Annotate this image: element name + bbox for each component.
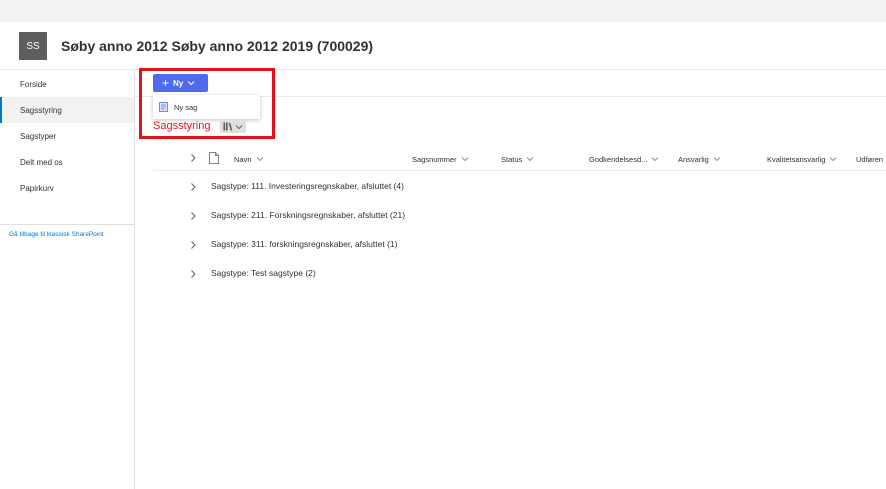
file-type-icon (209, 152, 219, 164)
column-header-label: Kvalitetsansvarlig (767, 154, 826, 164)
chevron-down-icon (830, 157, 837, 162)
site-logo[interactable]: SS (19, 32, 47, 60)
nav-item-sagstyper[interactable]: Sagstyper (0, 123, 134, 149)
chevron-down-icon (652, 157, 659, 162)
left-navigation: Forside Sagsstyring Sagstyper Delt med o… (0, 70, 135, 489)
group-label: Sagstype: Test sagstype (2) (211, 268, 316, 278)
column-header-label: Udføren (856, 154, 884, 164)
nav-item-forside[interactable]: Forside (0, 71, 134, 97)
nav-item-sagsstyring[interactable]: Sagsstyring (0, 97, 134, 123)
column-header-sagsnummer[interactable]: Sagsnummer (412, 150, 469, 168)
annotation-highlight (139, 68, 275, 139)
column-header-godkendelsesdato[interactable]: Godkendelsesd... (589, 150, 659, 168)
group-row-211[interactable]: Sagstype: 211. Forskningsregnskaber, afs… (153, 204, 886, 228)
nav-divider (0, 224, 134, 225)
chevron-down-icon (461, 157, 468, 162)
chevron-right-icon[interactable] (188, 269, 198, 279)
group-label: Sagstype: 311. forskningsregnskaber, afs… (211, 239, 398, 249)
column-header-label: Navn (234, 154, 252, 164)
nav-item-papirkurv[interactable]: Papirkurv (0, 175, 134, 201)
column-header-navn[interactable]: Navn (234, 150, 264, 168)
chevron-right-icon[interactable] (188, 182, 198, 192)
chevron-down-icon (256, 157, 263, 162)
column-header-status[interactable]: Status (501, 150, 534, 168)
chevron-down-icon (713, 157, 721, 162)
site-header: SS Søby anno 2012 Søby anno 2012 2019 (7… (0, 22, 886, 70)
column-header-label: Ansvarlig (678, 154, 709, 164)
group-label: Sagstype: 111. Investeringsregnskaber, a… (211, 181, 404, 191)
group-label: Sagstype: 211. Forskningsregnskaber, afs… (211, 210, 406, 220)
site-title[interactable]: Søby anno 2012 Søby anno 2012 2019 (7000… (61, 38, 373, 54)
suite-bar (0, 0, 886, 22)
column-header-divider (153, 170, 886, 171)
column-header-label: Godkendelsesd... (589, 154, 648, 164)
classic-sharepoint-link[interactable]: Gå tilbage til klassisk SharePoint (9, 231, 104, 238)
column-header-kvalitetsansvarlig[interactable]: Kvalitetsansvarlig (767, 150, 837, 168)
expand-all-chevron-icon[interactable] (188, 153, 198, 163)
chevron-right-icon[interactable] (188, 211, 198, 221)
column-header-udforende[interactable]: Udføren (856, 150, 883, 168)
group-row-311[interactable]: Sagstype: 311. forskningsregnskaber, afs… (153, 233, 886, 257)
group-row-test[interactable]: Sagstype: Test sagstype (2) (153, 262, 886, 286)
column-header-label: Status (501, 154, 523, 164)
group-row-111[interactable]: Sagstype: 111. Investeringsregnskaber, a… (153, 175, 886, 199)
nav-item-delt-med-os[interactable]: Delt med os (0, 149, 134, 175)
column-header-ansvarlig[interactable]: Ansvarlig (678, 150, 721, 168)
chevron-right-icon[interactable] (188, 240, 198, 250)
chevron-down-icon (526, 157, 534, 162)
column-header-label: Sagsnummer (412, 154, 457, 164)
